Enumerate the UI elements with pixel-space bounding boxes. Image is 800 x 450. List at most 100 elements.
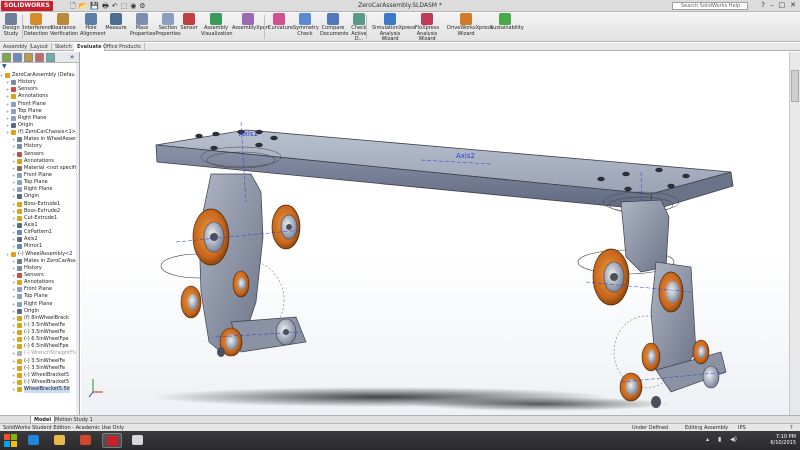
expand-icon[interactable]: + [12, 272, 15, 279]
expand-icon[interactable]: + [12, 372, 15, 379]
tree-item[interactable]: + Mates in WheelAssem [0, 136, 79, 143]
help-icon[interactable]: ? [761, 1, 765, 9]
tree-item[interactable]: + ZeroCarAssembly (Defau [0, 72, 79, 79]
ribbon-button-symmetry-check[interactable]: Symmetry Check [293, 13, 319, 37]
expand-icon[interactable]: + [12, 336, 15, 343]
tree-item[interactable]: + Annotations [0, 93, 79, 100]
ribbon-button-sensor[interactable]: Sensor [180, 13, 198, 32]
clock[interactable]: 7:10 PM 6/10/2015 [770, 434, 796, 446]
left-wheel-assembly[interactable] [160, 173, 307, 357]
expand-icon[interactable]: + [6, 93, 9, 100]
right-wheel-assembly[interactable] [577, 199, 727, 408]
tree-item[interactable]: + Right Plane [0, 186, 79, 193]
tree-item[interactable]: + (-) WheelAssembly<2 [0, 251, 79, 258]
graphics-scroll-thumb[interactable] [791, 70, 799, 102]
tree-item[interactable]: + (-) 6.5inWheelFpe [0, 343, 79, 350]
expand-icon[interactable]: + [12, 322, 15, 329]
expand-icon[interactable]: + [12, 172, 15, 179]
tree-item[interactable]: + Sensors [0, 86, 79, 93]
expand-icon[interactable]: + [12, 136, 15, 143]
ie-icon[interactable] [24, 433, 44, 448]
ribbon-button-sustainability[interactable]: Sustainability [490, 13, 524, 32]
tree-item[interactable]: + Mates in ZeroCarAsse [0, 258, 79, 265]
volume-icon[interactable]: ◀) [730, 436, 737, 443]
expand-icon[interactable]: + [12, 350, 15, 357]
tree-item[interactable]: + History [0, 79, 79, 86]
tree-item[interactable]: + (-) 3.5inWheelFe [0, 329, 79, 336]
expand-icon[interactable]: + [12, 179, 15, 186]
expand-icon[interactable]: + [12, 236, 15, 243]
expand-icon[interactable]: + [12, 215, 15, 222]
tree-item[interactable]: + Boss-Extrude2 [0, 208, 79, 215]
ribbon-button-measure[interactable]: Measure [105, 13, 127, 32]
ribbon-button-simulationxpress[interactable]: SimulationXpress Analysis Wizard [372, 13, 415, 43]
expand-icon[interactable]: + [12, 343, 15, 350]
tree-item[interactable]: + Front Plane [0, 101, 79, 108]
ribbon-button-section-properties[interactable]: Section Properties [155, 13, 181, 37]
tree-item[interactable]: + Origin [0, 193, 79, 200]
tree-item[interactable]: + Sensors [0, 272, 79, 279]
tree-item[interactable]: + Axis1 [0, 222, 79, 229]
tree-item[interactable]: + WheelBracket5.5ir [0, 386, 79, 394]
tree-item[interactable]: + (f) ZeroCarChassis<1> [0, 129, 79, 136]
expand-icon[interactable]: + [12, 379, 15, 386]
expand-icon[interactable]: + [12, 286, 15, 293]
media-icon[interactable] [128, 433, 148, 448]
tree-item[interactable]: + Top Plane [0, 179, 79, 186]
display-manager-tab-icon[interactable] [46, 53, 55, 62]
expand-icon[interactable]: + [12, 293, 15, 300]
tree-item[interactable]: + Right Plane [0, 115, 79, 122]
ribbon-button-assembly-visualization[interactable]: Assembly Visualization [201, 13, 233, 37]
tree-item[interactable]: + Sensors [0, 151, 79, 158]
tree-item[interactable]: + Right Plane [0, 301, 79, 308]
ribbon-button-assemblyxpert[interactable]: AssemblyXpert [232, 13, 270, 32]
windows-start-icon[interactable] [4, 434, 17, 447]
graphics-scrollbar[interactable] [789, 52, 800, 415]
ribbon-button-driveworksxpress[interactable]: DriveWorksXpress Wizard [447, 13, 492, 37]
dimxpert-tab-icon[interactable] [35, 53, 44, 62]
expand-panel-icon[interactable]: » [70, 53, 74, 61]
ribbon-button-curvature[interactable]: Curvature [268, 13, 293, 32]
feature-manager-tab-icon[interactable] [2, 53, 11, 62]
expand-icon[interactable]: + [6, 115, 9, 122]
tray-arrow-icon[interactable]: ▴ [706, 436, 709, 443]
expand-icon[interactable]: + [12, 365, 15, 372]
expand-icon[interactable]: + [12, 279, 15, 286]
expand-icon[interactable]: + [6, 101, 9, 108]
tree-item[interactable]: + Axis2 [0, 236, 79, 243]
tree-item[interactable]: + Front Plane [0, 286, 79, 293]
tree-item[interactable]: + (-) 3.5inWheelFe [0, 358, 79, 365]
expand-icon[interactable]: + [6, 86, 9, 93]
ribbon-button-design-study[interactable]: Design Study [2, 13, 20, 37]
ribbon-button-hole-alignment[interactable]: Hole Alignment [80, 13, 106, 37]
tree-item[interactable]: + Front Plane [0, 172, 79, 179]
expand-icon[interactable]: + [12, 158, 15, 165]
tree-item[interactable]: + (-) WheelBracket5 [0, 372, 79, 379]
expand-icon[interactable]: + [12, 201, 15, 208]
expand-icon[interactable]: + [12, 143, 15, 150]
ribbon-button-compare-documents[interactable]: Compare Documents [320, 13, 349, 37]
tree-item[interactable]: + Top Plane [0, 108, 79, 115]
expand-icon[interactable]: + [6, 122, 9, 129]
expand-icon[interactable]: + [6, 251, 9, 258]
tree-item[interactable]: + History [0, 265, 79, 272]
expand-icon[interactable]: + [12, 243, 15, 250]
tree-item[interactable]: + Material <not specifie [0, 165, 79, 172]
expand-icon[interactable]: + [12, 315, 15, 322]
property-manager-tab-icon[interactable] [13, 53, 22, 62]
configuration-manager-tab-icon[interactable] [24, 53, 33, 62]
expand-icon[interactable]: + [12, 386, 15, 393]
tab-sketch[interactable]: Sketch [52, 43, 76, 51]
close-icon[interactable]: ✕ [790, 1, 796, 9]
tree-item[interactable]: + (-) 3.5inWheelFe [0, 322, 79, 329]
tree-item[interactable]: + CirPattern1 [0, 229, 79, 236]
tree-item[interactable]: + (-) WheelBracket5 [0, 379, 79, 386]
expand-icon[interactable]: + [12, 165, 15, 172]
tree-item[interactable]: + Cut-Extrude1 [0, 215, 79, 222]
graphics-area[interactable]: Axis1 Axis2 [81, 52, 789, 415]
powerpoint-icon[interactable] [76, 433, 96, 448]
tree-item[interactable]: + (-) 6.5inWheelFpe [0, 336, 79, 343]
expand-icon[interactable]: + [6, 129, 9, 136]
ribbon-button-clearance[interactable]: Clearance Verification [50, 13, 78, 37]
tree-item[interactable]: + Annotations [0, 158, 79, 165]
